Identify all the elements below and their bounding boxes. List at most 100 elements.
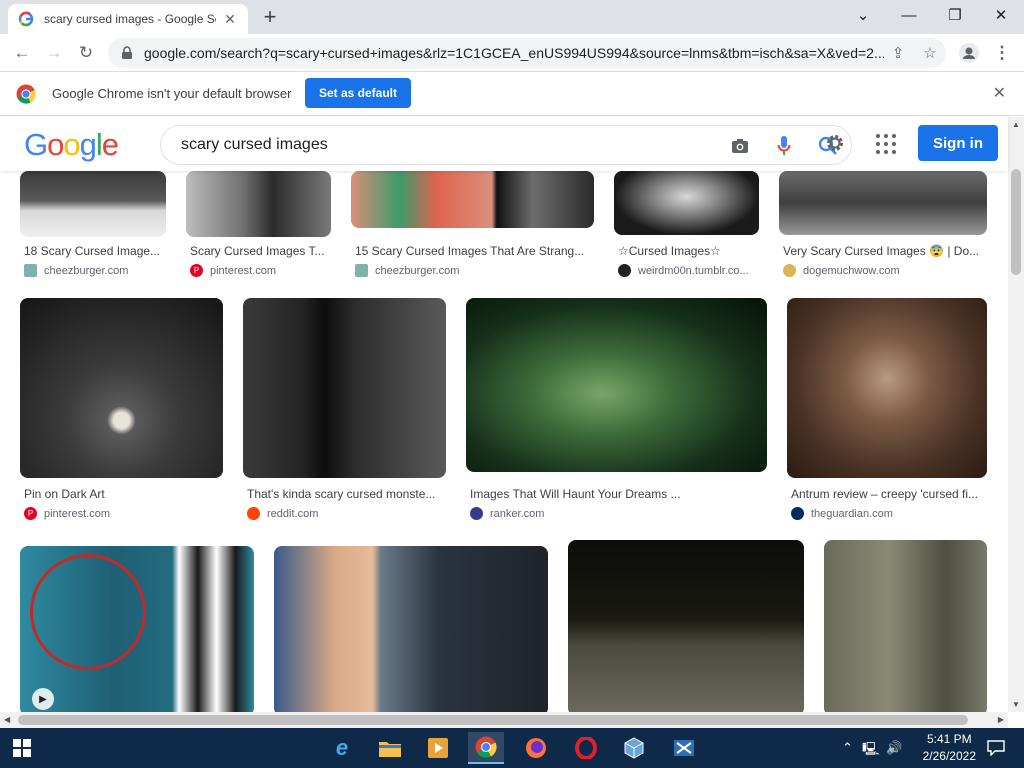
chrome-menu-icon[interactable]: ⋮ (988, 39, 1016, 67)
google-logo-letter: o (63, 127, 80, 162)
virtualbox-icon[interactable] (616, 732, 652, 764)
back-button[interactable]: ← (8, 39, 36, 67)
result-caption[interactable]: Antrum review – creepy 'cursed fi... (791, 487, 987, 501)
network-icon[interactable]: 🖳 (862, 740, 879, 762)
sign-in-button[interactable]: Sign in (918, 125, 998, 161)
result-source[interactable]: cheezburger.com (355, 264, 459, 277)
result-caption[interactable]: Pin on Dark Art (24, 487, 222, 501)
result-source[interactable]: ranker.com (470, 507, 544, 520)
google-logo-letter: e (101, 127, 119, 162)
show-hidden-icons-icon[interactable]: ⌃ (842, 740, 853, 756)
file-explorer-icon[interactable] (372, 732, 408, 764)
result-source[interactable]: Ppinterest.com (190, 264, 276, 277)
new-tab-button[interactable]: + (258, 6, 282, 30)
doge-icon (783, 264, 796, 277)
default-browser-infobar: Google Chrome isn't your default browser… (0, 72, 1024, 116)
result-thumbnail[interactable] (20, 171, 166, 237)
vertical-scroll-thumb[interactable] (1011, 169, 1021, 275)
url-text: google.com/search?q=scary+cursed+images&… (144, 45, 884, 61)
result-caption[interactable]: That's kinda scary cursed monste... (247, 487, 445, 501)
result-caption[interactable]: 18 Scary Cursed Image... (24, 244, 166, 258)
result-thumbnail[interactable] (466, 298, 767, 472)
result-source[interactable]: cheezburger.com (24, 264, 128, 277)
result-thumbnail[interactable] (779, 171, 987, 235)
result-source[interactable]: dogemuchwow.com (783, 264, 900, 277)
search-box[interactable]: scary cursed images (160, 125, 852, 165)
firefox-icon[interactable] (518, 732, 554, 764)
result-thumbnail[interactable] (568, 540, 804, 712)
clock-date: 2/26/2022 (922, 749, 976, 763)
restore-button[interactable]: ❐ (932, 0, 978, 30)
result-source[interactable]: reddit.com (247, 507, 318, 520)
media-player-icon[interactable] (420, 732, 456, 764)
result-thumbnail[interactable] (614, 171, 759, 235)
result-source[interactable]: theguardian.com (791, 507, 893, 520)
result-source[interactable]: Ppinterest.com (24, 507, 110, 520)
volume-icon[interactable]: 🔊 (886, 740, 902, 756)
profile-icon (959, 43, 979, 63)
tumblr-icon (618, 264, 631, 277)
result-thumbnail[interactable] (186, 171, 331, 237)
cheezburger-icon (24, 264, 37, 277)
result-thumbnail[interactable] (274, 546, 548, 712)
browser-tab[interactable]: scary cursed images - Google Se ✕ (8, 4, 248, 34)
infobar-message: Google Chrome isn't your default browser (52, 86, 292, 101)
close-window-button[interactable]: ✕ (978, 0, 1024, 30)
profile-avatar[interactable] (955, 39, 983, 67)
microphone-icon[interactable] (773, 135, 795, 157)
opera-icon[interactable] (568, 732, 604, 764)
clock-time: 5:41 PM (926, 732, 972, 746)
scroll-down-icon[interactable]: ▼ (1012, 700, 1020, 709)
tab-strip: scary cursed images - Google Se ✕ + ⌄ — … (0, 0, 1024, 34)
scroll-right-icon[interactable]: ▶ (998, 715, 1004, 724)
set-as-default-button[interactable]: Set as default (305, 78, 411, 108)
result-caption[interactable]: Very Scary Cursed Images 😨 | Do... (783, 244, 987, 258)
result-thumbnail[interactable] (824, 540, 987, 712)
horizontal-scroll-thumb[interactable] (18, 715, 968, 725)
browser-toolbar: ← → ↻ google.com/search?q=scary+cursed+i… (0, 34, 1024, 72)
video-play-icon[interactable]: ▶ (32, 688, 54, 710)
result-caption[interactable]: Scary Cursed Images T... (190, 244, 330, 258)
windows-taskbar: e ⌃ 🖳 🔊 5:41 PM 2/26/2022 (0, 728, 1024, 768)
result-caption[interactable]: 15 Scary Cursed Images That Are Strang..… (355, 244, 593, 258)
google-header: Google scary cursed images Sign in (0, 117, 1008, 171)
ranker-icon (470, 507, 483, 520)
image-results-grid: 18 Scary Cursed Image... cheezburger.com… (0, 171, 1008, 712)
share-icon[interactable]: ⇪ (888, 43, 908, 63)
result-thumbnail[interactable]: ▶ (20, 546, 254, 712)
internet-explorer-icon[interactable]: e (324, 732, 360, 764)
close-tab-icon[interactable]: ✕ (222, 11, 238, 28)
scroll-up-icon[interactable]: ▲ (1012, 120, 1020, 129)
vertical-scrollbar[interactable]: ▲ ▼ (1008, 117, 1024, 712)
settings-gear-icon[interactable] (824, 132, 846, 154)
search-query: scary cursed images (181, 136, 328, 153)
reload-button[interactable]: ↻ (72, 39, 100, 67)
google-logo-letter: o (47, 127, 64, 162)
result-thumbnail[interactable] (243, 298, 446, 478)
google-favicon-icon (18, 11, 34, 27)
result-thumbnail[interactable] (20, 298, 223, 478)
guardian-icon (791, 507, 804, 520)
notification-icon[interactable] (978, 732, 1014, 764)
minimize-button[interactable]: — (886, 0, 932, 30)
result-source[interactable]: weirdm00n.tumblr.co... (618, 264, 749, 277)
camera-icon[interactable] (729, 135, 751, 157)
bookmark-star-icon[interactable]: ☆ (920, 43, 940, 63)
forward-button[interactable]: → (40, 39, 68, 67)
result-caption[interactable]: ☆Cursed Images☆ (618, 244, 758, 258)
scroll-left-icon[interactable]: ◀ (4, 715, 10, 724)
tab-search-icon[interactable]: ⌄ (840, 0, 886, 30)
result-caption[interactable]: Images That Will Haunt Your Dreams ... (470, 487, 690, 501)
result-thumbnail[interactable] (787, 298, 987, 478)
google-apps-icon[interactable] (876, 134, 896, 154)
chrome-taskbar-icon[interactable] (468, 732, 504, 764)
address-bar[interactable]: google.com/search?q=scary+cursed+images&… (108, 38, 946, 68)
horizontal-scrollbar[interactable]: ◀ ▶ (0, 712, 1008, 728)
vmware-xp-icon[interactable] (666, 732, 702, 764)
windows-start-icon[interactable] (4, 732, 40, 764)
result-thumbnail[interactable] (351, 171, 594, 228)
taskbar-clock[interactable]: 5:41 PM 2/26/2022 (923, 731, 976, 765)
close-infobar-icon[interactable]: ✕ (993, 83, 1006, 103)
google-logo-letter: g (79, 127, 97, 162)
google-logo[interactable]: Google (24, 127, 119, 163)
